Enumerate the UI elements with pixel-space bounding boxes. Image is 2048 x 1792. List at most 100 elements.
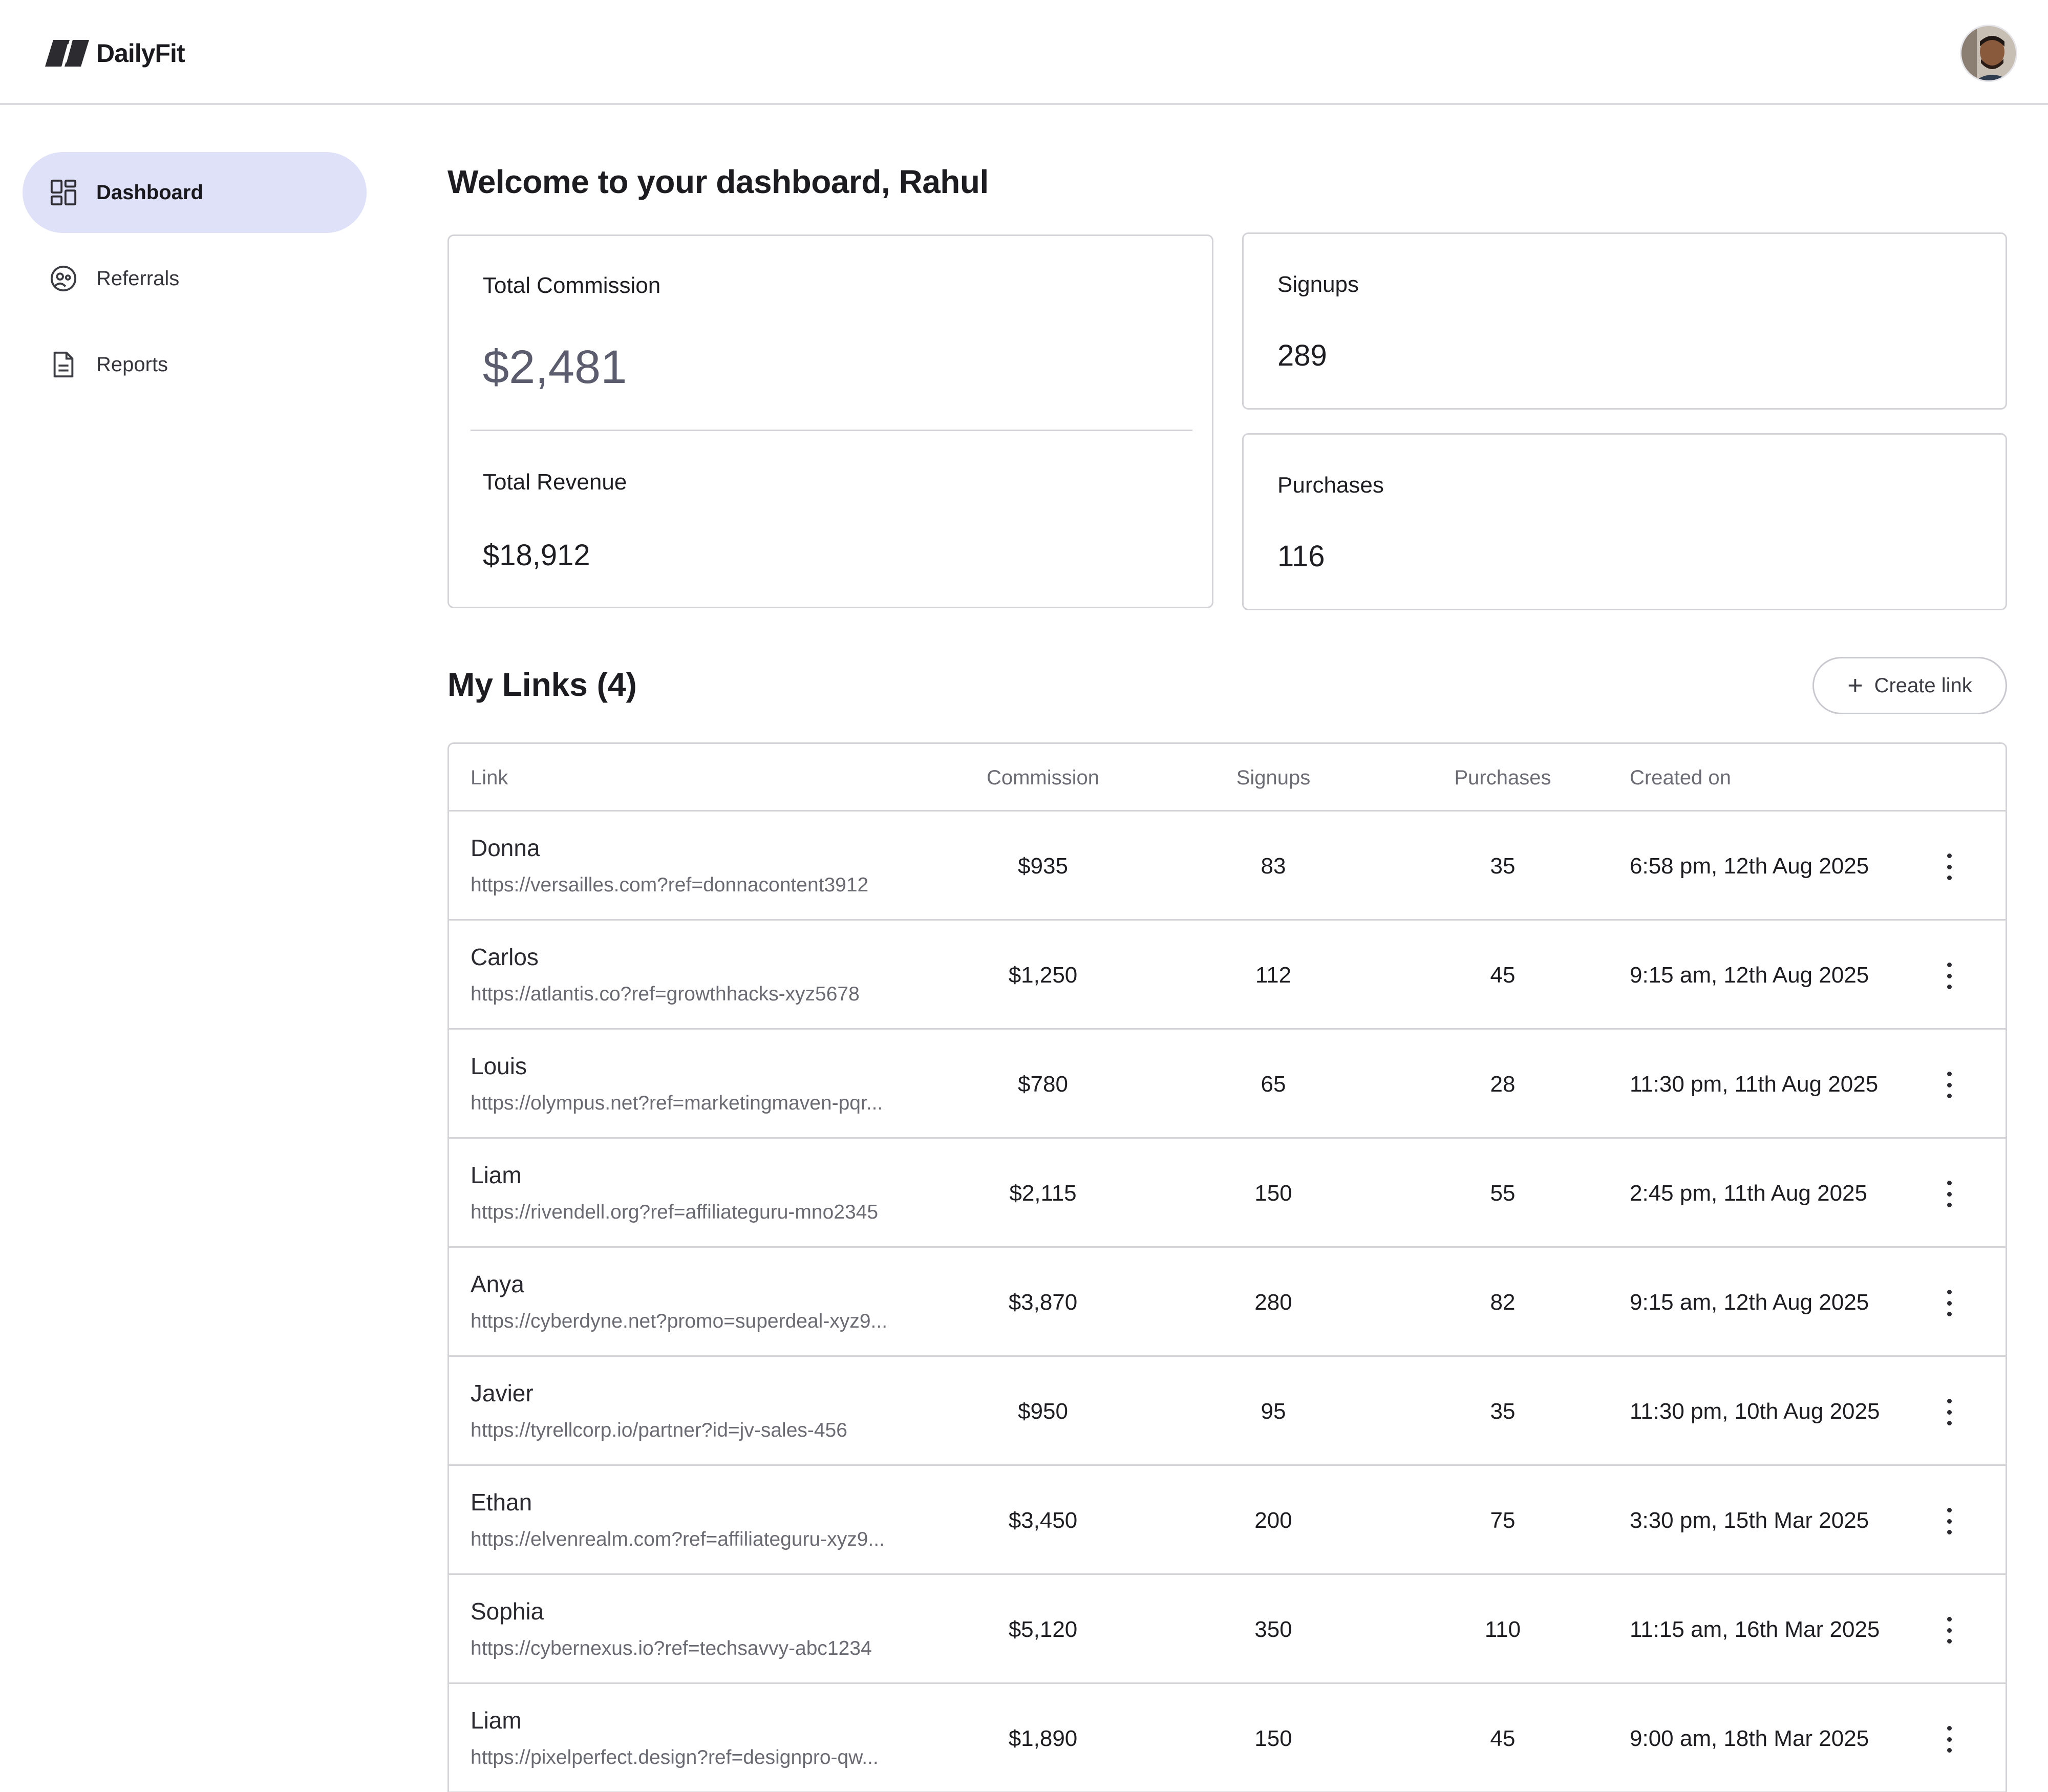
commission-cell: $5,120 <box>1008 1617 1078 1642</box>
link-url[interactable]: https://elvenrealm.com?ref=affiliateguru… <box>471 1528 931 1551</box>
table-row[interactable]: Carlos https://atlantis.co?ref=growthhac… <box>449 921 2006 1030</box>
total-revenue-value: $18,912 <box>483 539 590 572</box>
brand-mark-icon <box>45 40 89 67</box>
table-row[interactable]: Ethan https://elvenrealm.com?ref=affilia… <box>449 1466 2006 1575</box>
column-header-commission[interactable]: Commission <box>966 766 1120 790</box>
created-on-cell: 2:45 pm, 11th Aug 2025 <box>1630 1181 1867 1206</box>
avatar[interactable] <box>1960 25 2017 82</box>
link-url[interactable]: https://atlantis.co?ref=growthhacks-xyz5… <box>471 983 931 1006</box>
referrals-icon <box>49 264 78 293</box>
purchases-cell: 45 <box>1490 963 1516 988</box>
created-on-cell: 9:15 am, 12th Aug 2025 <box>1630 963 1869 988</box>
link-url[interactable]: https://olympus.net?ref=marketingmaven-p… <box>471 1092 931 1115</box>
commission-cell: $780 <box>1018 1072 1068 1097</box>
commission-cell: $3,870 <box>1008 1290 1078 1315</box>
link-name: Javier <box>471 1380 534 1406</box>
purchases-cell: 75 <box>1490 1508 1516 1533</box>
link-url[interactable]: https://pixelperfect.design?ref=designpr… <box>471 1746 931 1769</box>
table-row[interactable]: Liam https://rivendell.org?ref=affiliate… <box>449 1139 2006 1248</box>
brand-logo[interactable]: DailyFit <box>45 37 185 70</box>
purchases-label: Purchases <box>1277 473 1384 498</box>
create-link-label: Create link <box>1874 674 1972 697</box>
card-divider <box>471 430 1192 431</box>
table-row[interactable]: Donna https://versailles.com?ref=donnaco… <box>449 812 2006 921</box>
signups-cell: 95 <box>1261 1399 1286 1424</box>
signups-value: 289 <box>1277 339 1327 372</box>
created-on-cell: 9:15 am, 12th Aug 2025 <box>1630 1290 1869 1315</box>
created-on-cell: 9:00 am, 18th Mar 2025 <box>1630 1726 1869 1751</box>
purchases-value: 116 <box>1277 540 1325 573</box>
signups-card: Signups 289 <box>1242 232 2007 410</box>
more-options-icon[interactable] <box>1939 961 1959 991</box>
table-row[interactable]: Anya https://cyberdyne.net?promo=superde… <box>449 1248 2006 1357</box>
purchases-cell: 28 <box>1490 1072 1516 1097</box>
column-header-purchases[interactable]: Purchases <box>1426 766 1580 790</box>
created-on-cell: 3:30 pm, 15th Mar 2025 <box>1630 1508 1869 1533</box>
signups-cell: 65 <box>1261 1072 1286 1097</box>
created-on-cell: 6:58 pm, 12th Aug 2025 <box>1630 854 1869 879</box>
link-url[interactable]: https://rivendell.org?ref=affiliateguru-… <box>471 1201 931 1224</box>
table-row[interactable]: Liam https://pixelperfect.design?ref=des… <box>449 1684 2006 1792</box>
more-options-icon[interactable] <box>1939 1724 1959 1755</box>
link-name: Donna <box>471 835 540 861</box>
commission-cell: $2,115 <box>1009 1181 1077 1206</box>
more-options-icon[interactable] <box>1939 1179 1959 1209</box>
sidebar: Dashboard Referrals Reports <box>0 107 389 1792</box>
sidebar-item-reports[interactable]: Reports <box>23 324 367 405</box>
link-url[interactable]: https://versailles.com?ref=donnacontent3… <box>471 874 931 897</box>
sidebar-item-dashboard[interactable]: Dashboard <box>23 152 367 233</box>
table-row[interactable]: Sophia https://cybernexus.io?ref=techsav… <box>449 1575 2006 1684</box>
table-row[interactable]: Louis https://olympus.net?ref=marketingm… <box>449 1030 2006 1139</box>
more-options-icon[interactable] <box>1939 1288 1959 1318</box>
link-name: Carlos <box>471 944 539 970</box>
purchases-cell: 35 <box>1490 1399 1516 1424</box>
more-options-icon[interactable] <box>1939 1070 1959 1100</box>
page-title: Welcome to your dashboard, Rahul <box>447 163 989 200</box>
more-options-icon[interactable] <box>1939 1397 1959 1427</box>
total-commission-value: $2,481 <box>483 341 627 393</box>
link-url[interactable]: https://cyberdyne.net?promo=superdeal-xy… <box>471 1310 931 1333</box>
signups-cell: 83 <box>1261 854 1286 879</box>
link-url[interactable]: https://cybernexus.io?ref=techsavvy-abc1… <box>471 1637 931 1660</box>
created-on-cell: 11:30 pm, 11th Aug 2025 <box>1630 1072 1879 1097</box>
commission-cell: $1,250 <box>1008 963 1078 988</box>
link-url[interactable]: https://tyrellcorp.io/partner?id=jv-sale… <box>471 1419 931 1442</box>
sidebar-item-referrals[interactable]: Referrals <box>23 238 367 319</box>
total-commission-label: Total Commission <box>483 273 661 298</box>
commission-revenue-card: Total Commission $2,481 Total Revenue $1… <box>447 234 1213 608</box>
top-bar: DailyFit <box>0 0 2048 105</box>
document-icon <box>49 350 78 379</box>
signups-cell: 200 <box>1254 1508 1292 1533</box>
commission-cell: $3,450 <box>1008 1508 1078 1533</box>
purchases-cell: 82 <box>1490 1290 1516 1315</box>
create-link-button[interactable]: + Create link <box>1812 657 2007 714</box>
more-options-icon[interactable] <box>1939 1615 1959 1646</box>
created-on-cell: 11:30 pm, 10th Aug 2025 <box>1630 1399 1880 1424</box>
sidebar-item-label: Reports <box>96 353 168 376</box>
table-header: Link Commission Signups Purchases Create… <box>449 744 2006 812</box>
dashboard-grid-icon <box>49 178 78 207</box>
more-options-icon[interactable] <box>1939 1506 1959 1537</box>
commission-cell: $935 <box>1018 854 1068 879</box>
links-table: Link Commission Signups Purchases Create… <box>447 742 2007 1792</box>
brand-name: DailyFit <box>96 39 185 68</box>
signups-cell: 280 <box>1254 1290 1292 1315</box>
purchases-cell: 35 <box>1490 854 1516 879</box>
link-name: Anya <box>471 1271 524 1297</box>
table-row[interactable]: Javier https://tyrellcorp.io/partner?id=… <box>449 1357 2006 1466</box>
created-on-cell: 11:15 am, 16th Mar 2025 <box>1630 1617 1880 1642</box>
commission-cell: $1,890 <box>1008 1726 1078 1751</box>
column-header-created-on[interactable]: Created on <box>1630 766 1731 790</box>
more-options-icon[interactable] <box>1939 851 1959 882</box>
column-header-link[interactable]: Link <box>471 766 508 790</box>
sidebar-item-label: Dashboard <box>96 181 203 204</box>
purchases-cell: 110 <box>1484 1617 1521 1642</box>
sidebar-item-label: Referrals <box>96 267 180 290</box>
links-section-title: My Links (4) <box>447 666 637 703</box>
signups-label: Signups <box>1277 272 1359 297</box>
link-name: Sophia <box>471 1598 544 1625</box>
signups-cell: 150 <box>1254 1726 1292 1751</box>
column-header-signups[interactable]: Signups <box>1197 766 1350 790</box>
signups-cell: 112 <box>1255 963 1292 988</box>
link-name: Louis <box>471 1053 527 1079</box>
